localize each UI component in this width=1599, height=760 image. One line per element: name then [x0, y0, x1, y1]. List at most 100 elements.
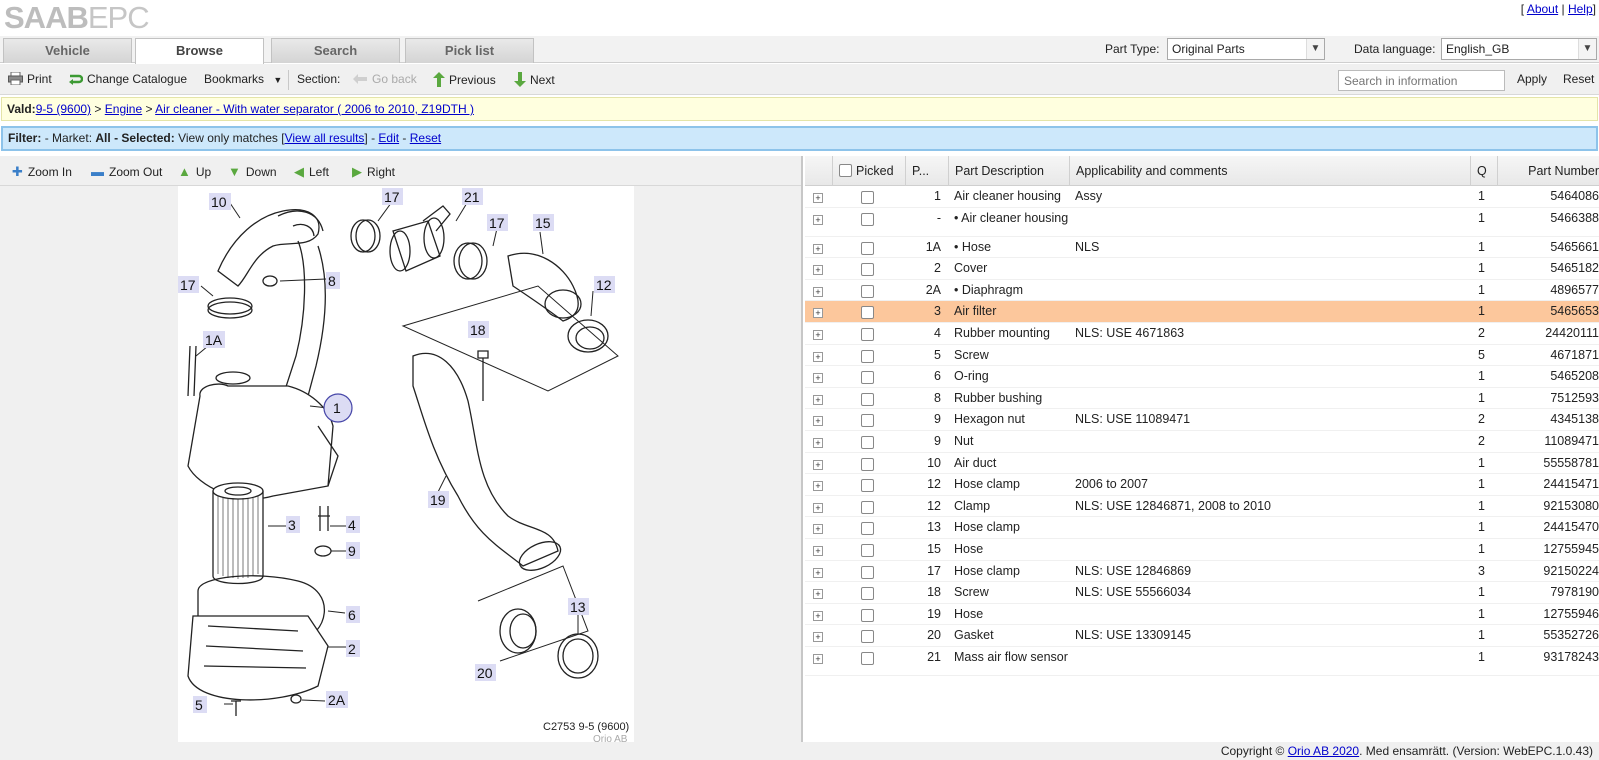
pick-checkbox[interactable]: [861, 306, 874, 320]
breadcrumb-engine[interactable]: Engine: [105, 102, 142, 116]
expand-row-icon[interactable]: +: [813, 524, 823, 535]
table-row[interactable]: +4 Rubber mounting NLS: USE 4671863 2 244201…: [805, 323, 1599, 345]
table-row[interactable]: +20 Gasket NLS: USE 13309145 1 55352726: [805, 625, 1599, 647]
expand-row-icon[interactable]: +: [813, 373, 823, 384]
pick-checkbox[interactable]: [861, 284, 874, 298]
expand-row-icon[interactable]: +: [813, 654, 823, 664]
comments-column-header[interactable]: Applicability and comments: [1070, 156, 1471, 186]
description-column-header[interactable]: Part Description: [949, 156, 1070, 186]
reset-button[interactable]: Reset: [1563, 72, 1594, 86]
tab-vehicle[interactable]: Vehicle: [3, 38, 132, 63]
expand-row-icon[interactable]: +: [813, 459, 823, 470]
table-row[interactable]: +12 Hose clamp 2006 to 2007 1 24415471: [805, 474, 1599, 496]
pick-checkbox[interactable]: [861, 457, 874, 471]
pan-right-button[interactable]: ▶ Right: [352, 164, 395, 180]
table-row[interactable]: +3 Air filter 1 5465653: [805, 301, 1599, 323]
zoom-out-button[interactable]: ▬ Zoom Out: [91, 164, 162, 179]
expand-row-icon[interactable]: +: [813, 265, 823, 276]
pick-checkbox[interactable]: [861, 544, 874, 557]
expand-row-icon[interactable]: +: [813, 589, 823, 600]
pick-checkbox[interactable]: [861, 608, 874, 622]
table-row[interactable]: +18 Screw NLS: USE 55566034 1 7978190: [805, 582, 1599, 604]
breadcrumb-air-cleaner[interactable]: Air cleaner - With water separator ( 200…: [155, 102, 474, 116]
pick-checkbox[interactable]: [861, 371, 874, 385]
part-number-column-header[interactable]: Part Number: [1498, 156, 1599, 186]
position-column-header[interactable]: P...: [906, 156, 949, 186]
edit-filter-link[interactable]: Edit: [378, 131, 399, 145]
expand-row-icon[interactable]: +: [813, 481, 823, 492]
expand-row-icon[interactable]: +: [813, 416, 823, 427]
previous-button[interactable]: Previous: [433, 72, 496, 87]
search-information-input[interactable]: [1338, 70, 1505, 91]
help-link[interactable]: Help: [1568, 2, 1593, 16]
go-back-button[interactable]: Go back: [352, 72, 417, 86]
view-all-results-link[interactable]: View all results: [285, 131, 365, 145]
expand-row-icon[interactable]: +: [813, 193, 823, 203]
picked-column-header[interactable]: Picked: [833, 156, 906, 186]
apply-button[interactable]: Apply: [1517, 72, 1547, 86]
table-row[interactable]: +6 O-ring 1 5465208: [805, 366, 1599, 388]
quantity-column-header[interactable]: Q: [1471, 156, 1498, 186]
expand-row-icon[interactable]: +: [813, 351, 823, 362]
pick-checkbox[interactable]: [861, 328, 874, 341]
expand-row-icon[interactable]: +: [813, 610, 823, 621]
tab-pick-list[interactable]: Pick list: [405, 38, 534, 63]
pick-checkbox[interactable]: [861, 479, 874, 493]
orio-link[interactable]: Orio AB 2020: [1288, 744, 1359, 758]
table-row[interactable]: +2A • Diaphragm 1 4896577: [805, 280, 1599, 302]
pan-down-button[interactable]: ▼ Down: [228, 164, 277, 179]
zoom-in-button[interactable]: ✚ Zoom In: [12, 164, 72, 180]
table-row[interactable]: +2 Cover 1 5465182: [805, 258, 1599, 280]
expand-row-icon[interactable]: +: [813, 394, 823, 405]
expand-row-icon[interactable]: +: [813, 214, 823, 225]
table-row[interactable]: +5 Screw 5 4671871: [805, 345, 1599, 367]
data-language-select[interactable]: English_GB ▼: [1441, 38, 1597, 60]
pick-checkbox[interactable]: [861, 565, 874, 579]
exploded-parts-diagram[interactable]: 10 17 21 17 15 17 8 12 1A 18 1 3 4 9 19 …: [178, 186, 634, 742]
tab-browse[interactable]: Browse: [135, 38, 264, 64]
pan-up-button[interactable]: ▲ Up: [178, 164, 211, 179]
pick-checkbox[interactable]: [861, 263, 874, 277]
table-row[interactable]: +1 Air cleaner housing Assy 1 5464086: [805, 186, 1599, 208]
pick-checkbox[interactable]: [861, 436, 874, 449]
pick-checkbox[interactable]: [861, 349, 874, 363]
tab-search[interactable]: Search: [271, 38, 400, 63]
select-all-checkbox[interactable]: [839, 164, 852, 177]
table-row[interactable]: + - • Air cleaner housing 1 5466388: [805, 208, 1599, 237]
change-catalogue-button[interactable]: Change Catalogue: [68, 72, 187, 86]
bookmarks-dropdown[interactable]: Bookmarks ▼: [204, 72, 282, 86]
table-row[interactable]: +9 Nut 2 11089471: [805, 431, 1599, 453]
expand-row-icon[interactable]: +: [813, 286, 823, 297]
pick-checkbox[interactable]: [861, 212, 874, 226]
expand-row-icon[interactable]: +: [813, 330, 823, 340]
expand-row-icon[interactable]: +: [813, 546, 823, 556]
print-button[interactable]: Print: [8, 71, 52, 86]
next-button[interactable]: Next: [514, 72, 555, 87]
expand-row-icon[interactable]: +: [813, 308, 823, 319]
pick-checkbox[interactable]: [861, 414, 874, 428]
table-row[interactable]: +19 Hose 1 12755946: [805, 604, 1599, 626]
pick-checkbox[interactable]: [861, 522, 874, 536]
table-row[interactable]: +8 Rubber bushing 1 7512593: [805, 388, 1599, 410]
reset-filter-link[interactable]: Reset: [410, 131, 441, 145]
expand-row-icon[interactable]: +: [813, 632, 823, 643]
expand-row-icon[interactable]: +: [813, 243, 823, 254]
expand-row-icon[interactable]: +: [813, 567, 823, 578]
breadcrumb-model[interactable]: 9-5 (9600): [36, 102, 91, 116]
table-row[interactable]: +13 Hose clamp 1 24415470: [805, 517, 1599, 539]
pick-checkbox[interactable]: [861, 241, 874, 255]
pick-checkbox[interactable]: [861, 630, 874, 644]
pick-checkbox[interactable]: [861, 587, 874, 601]
table-row[interactable]: +12 Clamp NLS: USE 12846871, 2008 to 2010 1…: [805, 496, 1599, 518]
expand-row-icon[interactable]: +: [813, 502, 823, 513]
table-row[interactable]: +21 Mass air flow sensor 1 93178243: [805, 647, 1599, 676]
part-type-select[interactable]: Original Parts ▼: [1167, 38, 1325, 60]
pick-checkbox[interactable]: [861, 392, 874, 406]
pick-checkbox[interactable]: [861, 500, 874, 514]
about-link[interactable]: About: [1527, 2, 1558, 16]
table-row[interactable]: +10 Air duct 1 55558781: [805, 453, 1599, 475]
table-row[interactable]: +9 Hexagon nut NLS: USE 11089471 2 4345138: [805, 409, 1599, 431]
table-row[interactable]: +1A • Hose NLS 1 5465661: [805, 237, 1599, 259]
expand-row-icon[interactable]: +: [813, 438, 823, 448]
table-row[interactable]: +15 Hose 1 12755945: [805, 539, 1599, 561]
